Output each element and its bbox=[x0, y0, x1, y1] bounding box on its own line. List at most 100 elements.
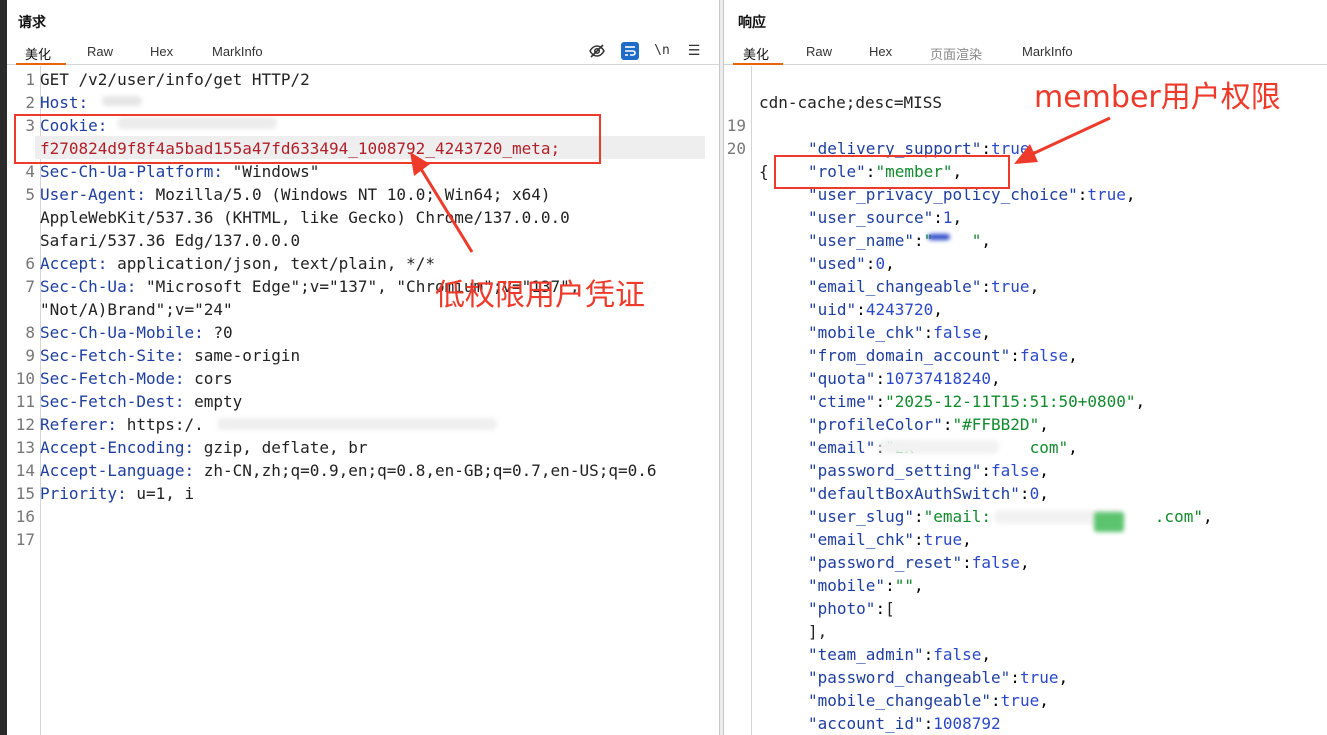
tab-raw[interactable]: Raw bbox=[87, 44, 113, 59]
header-key: Sec-Ch-Ua: bbox=[40, 277, 137, 296]
json-line: "password_reset":false, bbox=[808, 553, 1030, 572]
header-key: Accept: bbox=[40, 254, 108, 273]
header-value: same-origin bbox=[194, 346, 301, 365]
tab-hex[interactable]: Hex bbox=[869, 44, 892, 59]
json-value: ], bbox=[808, 622, 828, 641]
menu-icon[interactable]: ☰ bbox=[685, 42, 703, 60]
json-value: 0 bbox=[1029, 484, 1040, 503]
json-key: "user_slug" bbox=[808, 507, 914, 526]
redacted-slug-mark bbox=[1094, 512, 1124, 532]
tab-render[interactable]: 页面渲染 bbox=[930, 44, 982, 63]
low-privilege-annotation: 低权限用户凭证 bbox=[435, 278, 645, 313]
json-line: "account_id":1008792 bbox=[808, 714, 1001, 733]
tab-hex[interactable]: Hex bbox=[150, 44, 173, 59]
header-text: Accept-Encoding: gzip, deflate, br bbox=[40, 436, 368, 459]
line-number: 17 bbox=[15, 530, 35, 549]
json-key: "mobile" bbox=[808, 576, 886, 595]
json-line: "photo":[ bbox=[808, 599, 895, 618]
header-value: zh-CN,zh;q=0.9,en;q=0.8,en-GB;q=0.7,en-U… bbox=[203, 461, 657, 480]
header-key: Accept-Language: bbox=[40, 461, 195, 480]
json-key: "uid" bbox=[808, 300, 857, 319]
json-key: "mobile_chk" bbox=[808, 323, 924, 342]
json-value: false bbox=[991, 461, 1040, 480]
json-line: "mobile_chk":false, bbox=[808, 323, 992, 342]
active-tab-underline bbox=[733, 63, 783, 65]
header-key: Sec-Fetch-Mode: bbox=[40, 369, 185, 388]
cookie-highlight-box bbox=[14, 114, 601, 164]
header-value: Mozilla/5.0 (Windows NT 10.0; Win64; x64… bbox=[155, 185, 551, 204]
json-line: "ctime":"2025-12-11T15:51:50+0800", bbox=[808, 392, 1146, 411]
header-text: Safari/537.36 Edg/137.0.0.0 bbox=[40, 229, 300, 252]
json-key: "defaultBoxAuthSwitch" bbox=[808, 484, 1020, 503]
header-value: https:/. bbox=[126, 415, 204, 434]
json-line: "user_source":1, bbox=[808, 208, 963, 227]
word-wrap-icon[interactable] bbox=[621, 42, 639, 60]
json-value: false bbox=[933, 323, 982, 342]
response-pane: 响应 美化 Raw Hex 页面渲染 MarkInfo cdn-cache;de… bbox=[723, 0, 1327, 735]
header-value: "Not/A)Brand";v="24" bbox=[40, 300, 233, 319]
json-value: true bbox=[1019, 668, 1059, 687]
json-key: "quota" bbox=[808, 369, 876, 388]
header-text: Host: bbox=[40, 91, 88, 114]
redacted-referer bbox=[217, 418, 497, 430]
json-value: "" bbox=[894, 576, 914, 595]
header-text: Sec-Fetch-Site: same-origin bbox=[40, 344, 300, 367]
header-key: User-Agent: bbox=[40, 185, 146, 204]
json-line: "user_name":" ", bbox=[808, 231, 992, 250]
tab-markinfo[interactable]: MarkInfo bbox=[212, 44, 263, 59]
header-key: GET /v2/user/info/get HTTP/2 bbox=[40, 70, 310, 89]
json-line: "defaultBoxAuthSwitch":0, bbox=[808, 484, 1049, 503]
tab-raw[interactable]: Raw bbox=[806, 44, 832, 59]
json-line: "password_setting":false, bbox=[808, 461, 1049, 480]
tab-pretty[interactable]: 美化 bbox=[25, 44, 51, 63]
json-key: "password_setting" bbox=[808, 461, 982, 480]
header-text: Accept-Language: zh-CN,zh;q=0.9,en;q=0.8… bbox=[40, 459, 657, 482]
tab-pretty[interactable]: 美化 bbox=[743, 44, 769, 63]
header-text: Sec-Fetch-Mode: cors bbox=[40, 367, 233, 390]
eye-off-icon[interactable] bbox=[588, 42, 606, 60]
json-line: "team_admin":false, bbox=[808, 645, 992, 664]
header-value: "Windows" bbox=[232, 162, 320, 181]
role-highlight-box bbox=[774, 155, 1010, 189]
redacted-email bbox=[879, 440, 999, 454]
json-line: "mobile_changeable":true, bbox=[808, 691, 1049, 710]
header-key: Sec-Ch-Ua-Mobile: bbox=[40, 323, 204, 342]
line-number: 6 bbox=[25, 254, 35, 273]
request-editor[interactable]: 1 GET /v2/user/info/get HTTP/2 2 Host: 3 Cook… bbox=[7, 66, 719, 735]
json-value: false bbox=[1019, 346, 1069, 365]
tab-markinfo[interactable]: MarkInfo bbox=[1022, 44, 1073, 59]
line-number: 16 bbox=[15, 507, 35, 526]
response-tabs: 美化 Raw Hex 页面渲染 MarkInfo bbox=[724, 40, 1327, 65]
header-value: application/json, text/plain, */* bbox=[117, 254, 435, 273]
json-line: "from_domain_account":false, bbox=[808, 346, 1078, 365]
json-line: "used":0, bbox=[808, 254, 895, 273]
header-text: Accept: application/json, text/plain, */… bbox=[40, 252, 435, 275]
json-key: "photo" bbox=[808, 599, 876, 618]
newline-toggle-icon[interactable]: \n bbox=[653, 42, 671, 60]
json-value: 0 bbox=[875, 254, 886, 273]
request-tabs: 美化 Raw Hex MarkInfo \n ☰ bbox=[7, 40, 719, 65]
header-key: Accept-Encoding: bbox=[40, 438, 195, 457]
header-text: GET /v2/user/info/get HTTP/2 bbox=[40, 68, 310, 91]
json-value: 4243720 bbox=[865, 300, 934, 319]
json-line: "mobile":"", bbox=[808, 576, 924, 595]
header-key: Sec-Fetch-Dest: bbox=[40, 392, 185, 411]
header-text: AppleWebKit/537.36 (KHTML, like Gecko) C… bbox=[40, 206, 570, 229]
redacted-host bbox=[102, 96, 142, 106]
window-left-edge bbox=[0, 0, 7, 735]
json-key: "email_chk" bbox=[808, 530, 914, 549]
header-value: gzip, deflate, br bbox=[203, 438, 368, 457]
line-number: 12 bbox=[15, 415, 35, 434]
header-key: Referer: bbox=[40, 415, 118, 434]
json-value: true bbox=[923, 530, 963, 549]
line-19: 19 bbox=[726, 116, 746, 135]
header-value: u=1, i bbox=[136, 484, 195, 503]
json-value: "2025-12-11T15:51:50+0800" bbox=[885, 392, 1136, 411]
member-privilege-annotation: member用户权限 bbox=[1034, 80, 1281, 115]
json-line: "email_chk":true, bbox=[808, 530, 972, 549]
json-value: true bbox=[991, 277, 1030, 296]
json-key: "account_id" bbox=[808, 714, 924, 733]
line-number: 9 bbox=[25, 346, 35, 365]
line-number: 11 bbox=[15, 392, 35, 411]
request-pane: 请求 美化 Raw Hex MarkInfo \n ☰ 1 GET /v2/use… bbox=[7, 0, 720, 735]
